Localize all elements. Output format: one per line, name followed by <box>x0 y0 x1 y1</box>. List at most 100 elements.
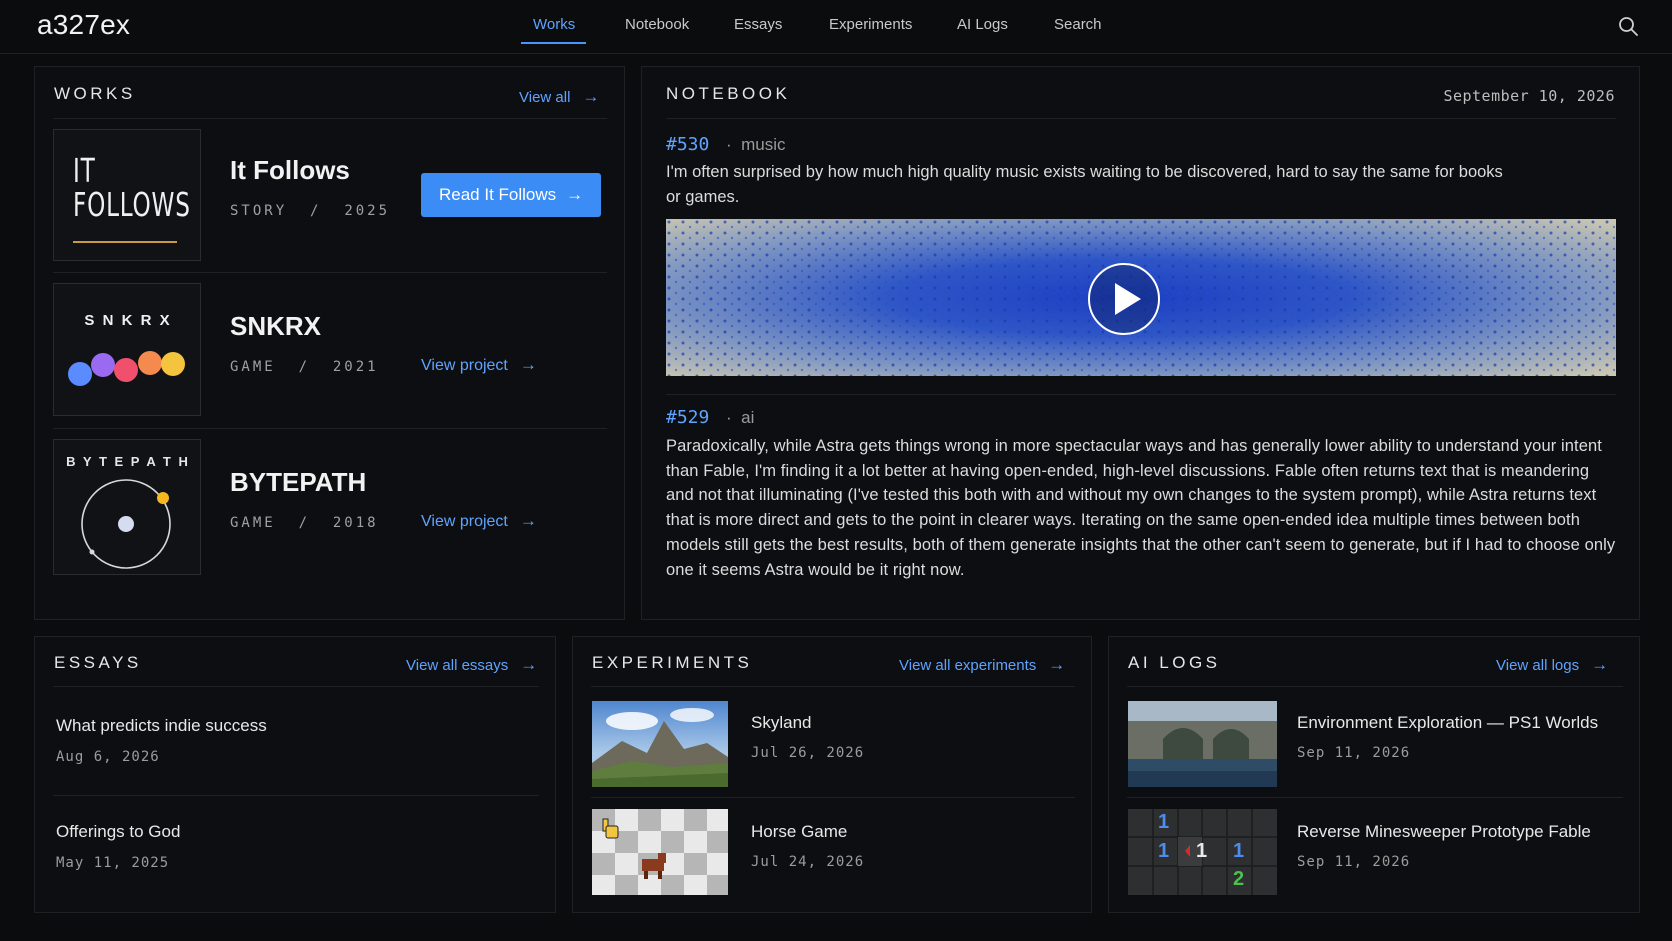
experiments-title: EXPERIMENTS <box>592 653 753 672</box>
entry-tag[interactable]: · music <box>726 135 786 155</box>
nav-notebook[interactable]: Notebook <box>625 16 689 33</box>
ps1-worlds-thumbnail[interactable] <box>1128 701 1277 787</box>
view-all-label: View all logs <box>1496 657 1580 674</box>
mine-number: 1 <box>1196 840 1208 862</box>
experiments-panel: EXPERIMENTS View all experiments → Skylan… <box>572 636 1092 913</box>
divider <box>1127 797 1623 798</box>
link-label: View project <box>421 357 508 374</box>
ai-log-title[interactable]: Environment Exploration — PS1 Worlds <box>1297 713 1598 733</box>
skyland-thumbnail[interactable] <box>592 701 728 787</box>
meta-separator: / <box>310 203 322 219</box>
checkerboard-horse-image <box>592 809 728 895</box>
work-meta: GAME / 2018 <box>230 515 379 531</box>
essays-title: ESSAYS <box>54 653 142 672</box>
entry-tag-label: music <box>741 135 786 154</box>
site-logo[interactable]: a327ex <box>37 9 130 41</box>
works-view-all-label: View all <box>519 89 571 106</box>
experiment-date: Jul 26, 2026 <box>751 745 865 761</box>
nav-ai-logs[interactable]: AI Logs <box>957 16 1008 33</box>
ai-log-date: Sep 11, 2026 <box>1297 745 1411 761</box>
essay-date: May 11, 2025 <box>56 855 170 871</box>
essay-date: Aug 6, 2026 <box>56 749 160 765</box>
arrow-right-icon: → <box>520 655 538 674</box>
orbit-graphic <box>81 479 171 569</box>
works-view-all-link[interactable]: View all → <box>519 87 599 107</box>
work-kind: GAME <box>230 515 276 531</box>
read-it-follows-button[interactable]: Read It Follows → <box>421 173 602 217</box>
entry-tag[interactable]: · ai <box>726 408 754 428</box>
experiment-date: Jul 24, 2026 <box>751 854 865 870</box>
top-nav: a327ex Works Notebook Essays Experiments… <box>0 0 1672 54</box>
ai-log-title[interactable]: Reverse Minesweeper Prototype Fable <box>1297 822 1591 842</box>
dot-separator: · <box>726 135 732 154</box>
thumb-text-it: IT <box>73 151 96 190</box>
entry-id[interactable]: #529 <box>666 407 709 428</box>
view-all-label: View all experiments <box>899 657 1037 674</box>
divider <box>591 686 1075 687</box>
divider <box>53 272 607 273</box>
divider <box>53 428 607 429</box>
mine-number: 2 <box>1233 868 1245 890</box>
works-panel: WORKS View all → IT FOLLOWS It Follows ST… <box>34 66 625 620</box>
abstract-blue-image <box>666 219 1616 376</box>
work-kind: GAME <box>230 359 276 375</box>
dot-separator: · <box>726 408 732 427</box>
meta-separator: / <box>298 515 311 531</box>
experiment-title[interactable]: Skyland <box>751 713 811 733</box>
divider <box>666 394 1616 395</box>
arrow-right-icon: → <box>1048 655 1066 674</box>
ai-logs-title: AI LOGS <box>1128 653 1221 672</box>
snkrx-thumbnail[interactable]: S N K R X <box>53 283 201 416</box>
arrow-right-icon: → <box>519 355 537 374</box>
bytepath-view-project-link[interactable]: View project → <box>421 511 537 531</box>
ai-logs-view-all-link[interactable]: View all logs → <box>1496 655 1608 675</box>
link-label: View project <box>421 513 508 530</box>
divider <box>53 686 539 687</box>
bytepath-thumbnail[interactable]: B Y T E P A T H <box>53 439 201 575</box>
essays-panel: ESSAYS View all essays → What predicts in… <box>34 636 556 913</box>
divider <box>53 795 539 796</box>
work-meta: STORY / 2025 <box>230 203 390 219</box>
stone-arch-ruins-image <box>1128 701 1277 787</box>
notebook-date: September 10, 2026 <box>1443 87 1615 105</box>
work-meta: GAME / 2021 <box>230 359 379 375</box>
arrow-right-icon: → <box>519 511 537 530</box>
snkrx-view-project-link[interactable]: View project → <box>421 355 537 375</box>
nav-search[interactable]: Search <box>1054 16 1102 33</box>
entry-id[interactable]: #530 <box>666 134 709 155</box>
search-icon[interactable] <box>1618 16 1638 36</box>
minesweeper-thumbnail[interactable]: 1 1 1 1 2 <box>1128 809 1277 895</box>
thumb-text-bytepath: B Y T E P A T H <box>66 454 190 469</box>
nav-experiments[interactable]: Experiments <box>829 16 912 33</box>
work-kind: STORY <box>230 203 288 219</box>
ai-logs-panel: AI LOGS View all logs → Environment Explo… <box>1108 636 1640 913</box>
work-title[interactable]: BYTEPATH <box>230 467 366 498</box>
thumb-underline <box>73 241 177 243</box>
nav-essays[interactable]: Essays <box>734 16 782 33</box>
music-video-thumbnail[interactable] <box>666 219 1616 376</box>
divider <box>591 797 1075 798</box>
entry-text: Paradoxically, while Astra gets things w… <box>666 437 1616 579</box>
essay-title[interactable]: What predicts indie success <box>56 716 267 736</box>
work-year: 2018 <box>332 515 379 531</box>
essays-view-all-link[interactable]: View all essays → <box>406 655 537 675</box>
nav-works[interactable]: Works <box>533 16 575 33</box>
experiments-view-all-link[interactable]: View all experiments → <box>899 655 1065 675</box>
ai-log-date: Sep 11, 2026 <box>1297 854 1411 870</box>
work-year: 2025 <box>344 203 391 219</box>
entry-text: I'm often surprised by how much high qua… <box>666 163 1503 206</box>
thumb-text-snkrx: S N K R X <box>84 312 172 329</box>
work-title[interactable]: SNKRX <box>230 311 321 342</box>
works-title: WORKS <box>54 84 136 103</box>
mine-number: 1 <box>1158 811 1170 833</box>
snake-dots-graphic <box>68 351 185 386</box>
experiment-title[interactable]: Horse Game <box>751 822 847 842</box>
essay-title[interactable]: Offerings to God <box>56 822 180 842</box>
it-follows-thumbnail[interactable]: IT FOLLOWS <box>53 129 201 261</box>
work-title[interactable]: It Follows <box>230 155 350 186</box>
divider <box>666 118 1616 119</box>
horse-game-thumbnail[interactable] <box>592 809 728 895</box>
arrow-right-icon: → <box>566 185 584 204</box>
arrow-right-icon: → <box>582 87 600 106</box>
notebook-title: NOTEBOOK <box>666 84 791 103</box>
